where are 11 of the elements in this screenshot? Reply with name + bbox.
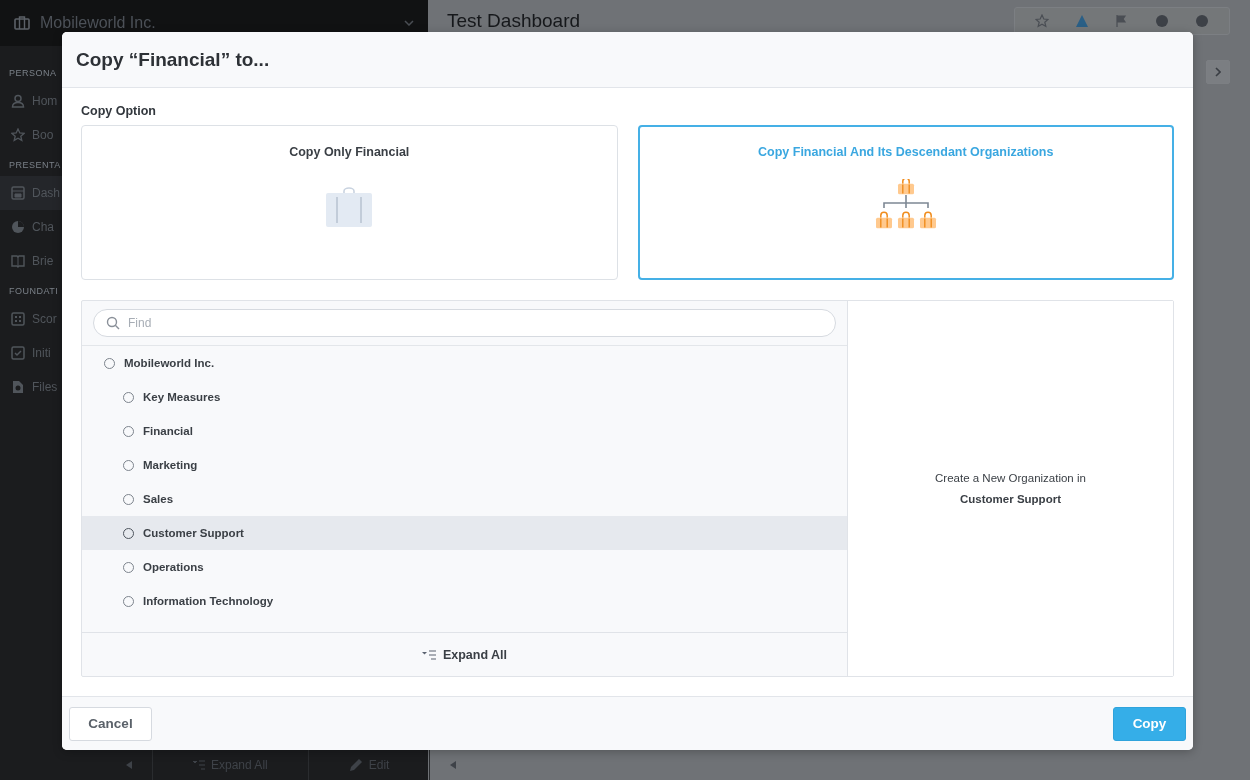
section-heading: PRESENTA: [9, 160, 61, 170]
page-title: Test Dashboard: [447, 10, 581, 32]
section-heading: FOUNDATI: [9, 286, 59, 296]
section-heading: PERSONA: [9, 68, 57, 78]
org-name: Mobileworld Inc.: [40, 14, 156, 32]
detail-text: Create a New Organization in: [935, 472, 1086, 484]
option-title: Copy Only Financial: [289, 145, 410, 159]
target-organization: Customer Support: [960, 493, 1061, 505]
option-title: Copy Financial And Its Descendant Organizations: [758, 145, 1054, 159]
dialog-title: Copy “Financial” to...: [76, 48, 270, 71]
section-label: Copy Option: [81, 104, 157, 118]
